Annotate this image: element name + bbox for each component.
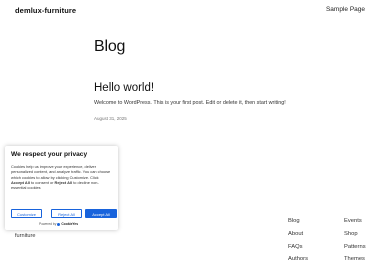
cookieyes-logo-icon [57, 222, 61, 226]
footer-link-faqs[interactable]: FAQs [288, 241, 308, 254]
footer-nav-column-2: Events Shop Patterns Themes [344, 215, 366, 266]
cookieyes-brand: CookieYes [61, 222, 79, 226]
powered-by-cookieyes[interactable]: Powered by CookieYes [39, 222, 78, 226]
cookie-banner-description: Cookies help us improve your experience,… [11, 164, 112, 190]
post-title-link[interactable]: Hello world! [94, 82, 154, 94]
customize-button[interactable]: Customize [11, 209, 42, 218]
site-title[interactable]: demlux-furniture [15, 6, 76, 15]
nav-sample-page-link[interactable]: Sample Page [326, 6, 365, 13]
post-excerpt: Welcome to WordPress. This is your first… [94, 100, 286, 106]
footer-brand[interactable]: furniture [15, 233, 36, 239]
accept-all-button[interactable]: Accept All [85, 209, 117, 218]
footer-link-blog[interactable]: Blog [288, 215, 308, 228]
cookie-text-customize: Customize [69, 174, 88, 180]
cookie-banner-title: We respect your privacy [11, 151, 88, 158]
footer-link-events[interactable]: Events [344, 215, 366, 228]
footer-link-about[interactable]: About [288, 228, 308, 241]
cookie-text-reject-all: Reject All [54, 179, 73, 185]
cookie-consent-banner: We respect your privacy Cookies help us … [5, 146, 118, 230]
footer-nav-column-1: Blog About FAQs Authors [288, 215, 308, 266]
powered-by-label: Powered by [39, 222, 57, 226]
footer-link-patterns[interactable]: Patterns [344, 241, 366, 254]
post-date: August 31, 2025 [94, 116, 127, 121]
page-title: Blog [94, 38, 126, 55]
reject-all-button[interactable]: Reject All [51, 209, 82, 218]
cookie-text-part: to consent or [29, 179, 55, 185]
cookie-text-accept-all: Accept All [11, 179, 30, 185]
cookie-text-part: . Click [88, 174, 99, 180]
footer-link-shop[interactable]: Shop [344, 228, 366, 241]
